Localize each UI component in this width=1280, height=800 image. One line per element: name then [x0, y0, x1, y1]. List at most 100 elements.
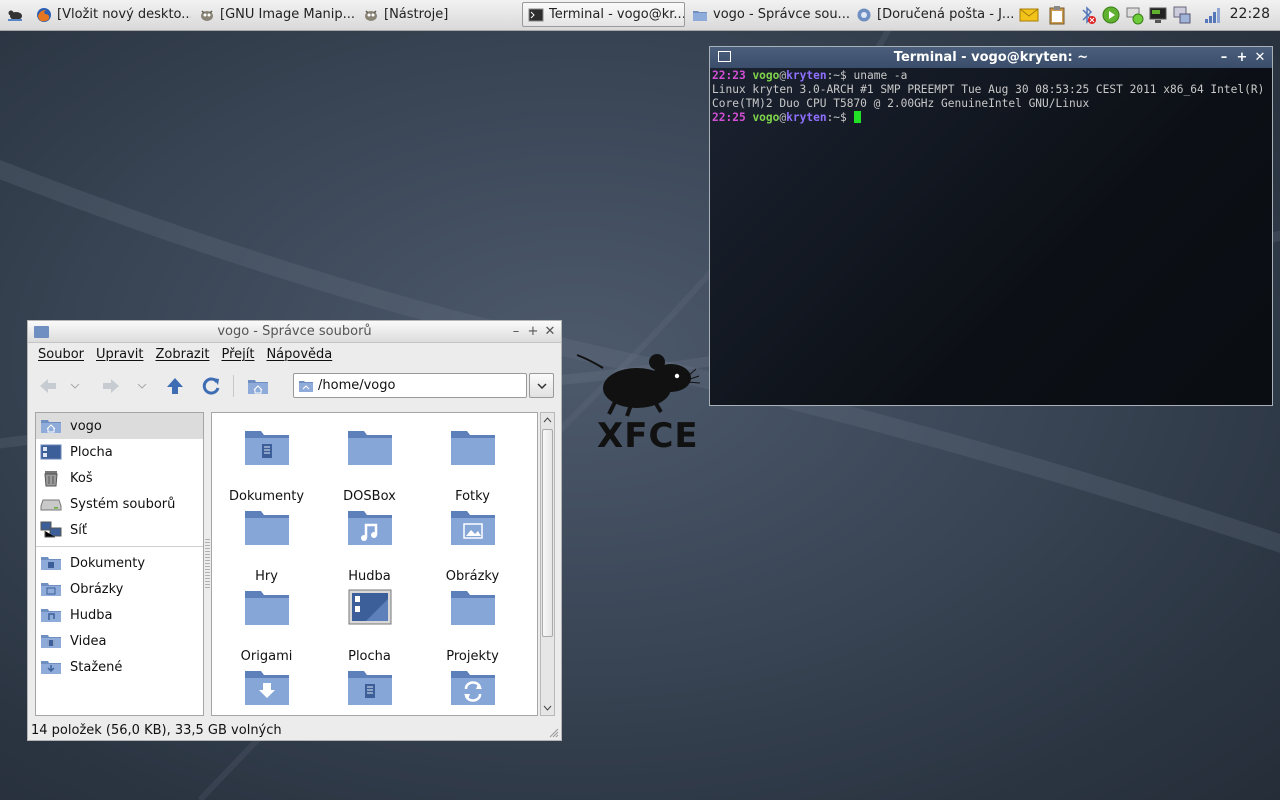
- envelope-icon[interactable]: [1019, 5, 1039, 25]
- taskbar-item-firefox[interactable]: [Vložit nový deskto...: [31, 2, 191, 27]
- taskbar-item-terminal[interactable]: Terminal - vogo@kr...: [522, 2, 685, 27]
- status-bar: 14 položek (56,0 KB), 33,5 GB volných: [31, 723, 282, 738]
- network-status-icon[interactable]: [1125, 5, 1145, 25]
- folder-icon: [347, 431, 392, 465]
- sidebar-item-hudba[interactable]: Hudba: [36, 602, 203, 628]
- file-item-label: Hudba: [348, 569, 391, 584]
- up-arrow-icon: [167, 378, 183, 394]
- back-history-button[interactable]: [68, 375, 82, 397]
- sync-folder-icon: [450, 671, 495, 705]
- file-item-dokumenty[interactable]: Dokumenty: [215, 427, 318, 504]
- location-dropdown-button[interactable]: [529, 373, 554, 398]
- taskbar-item-thunderbird[interactable]: [Doručená pošta - J...: [851, 2, 1014, 27]
- resize-grip-icon[interactable]: [549, 728, 559, 738]
- desktop-icon: [348, 589, 391, 625]
- sidebar-item-filesystem[interactable]: Systém souborů: [36, 491, 203, 517]
- scroll-down-arrow-icon[interactable]: [541, 702, 554, 714]
- xfce-mouse-icon: [8, 10, 22, 21]
- bluetooth-icon[interactable]: [1077, 5, 1097, 25]
- monitor-icon[interactable]: [1148, 5, 1168, 25]
- minimize-button[interactable]: –: [509, 321, 523, 342]
- back-button[interactable]: [37, 375, 59, 397]
- sidebar-item-label: Hudba: [70, 607, 113, 623]
- minimize-button[interactable]: –: [1216, 47, 1232, 68]
- play-icon[interactable]: [1101, 5, 1121, 25]
- menu-prejit[interactable]: Přejít: [215, 347, 260, 362]
- taskbar-item-label: [GNU Image Manip...: [220, 7, 356, 22]
- file-item-origami[interactable]: Origami: [215, 587, 318, 664]
- menu-zobrazit[interactable]: Zobrazit: [149, 347, 215, 362]
- file-icon-view[interactable]: Dokumenty DOSBox Fotky Hry Hudba Obrázky…: [211, 412, 538, 716]
- back-arrow-icon: [40, 379, 56, 393]
- wifi-signal-icon[interactable]: [1203, 5, 1223, 25]
- sidebar-item-network[interactable]: Síť: [36, 517, 203, 543]
- top-panel: [Vložit nový deskto... [GNU Image Manip.…: [0, 0, 1280, 31]
- trash-icon: [44, 471, 58, 487]
- sidebar-item-vogo[interactable]: vogo: [36, 413, 203, 439]
- sidebar-item-label: Síť: [70, 522, 87, 538]
- terminal-icon: [528, 8, 544, 21]
- clock[interactable]: 22:28: [1230, 6, 1270, 22]
- file-item-plocha[interactable]: Plocha: [318, 587, 421, 664]
- scrollbar-thumb[interactable]: [542, 429, 553, 637]
- sidebar-item-label: Videa: [70, 633, 107, 649]
- file-item-projekty[interactable]: Projekty: [421, 587, 524, 664]
- file-item-sync[interactable]: [421, 667, 524, 711]
- vertical-scrollbar[interactable]: [540, 412, 555, 716]
- download-folder-icon: [244, 671, 289, 705]
- file-item-templates[interactable]: [318, 667, 421, 711]
- xfce-logo: XFCE: [575, 350, 705, 456]
- file-item-fotky[interactable]: Fotky: [421, 427, 524, 504]
- menu-soubor[interactable]: Soubor: [32, 347, 90, 362]
- sidebar-item-kos[interactable]: Koš: [36, 465, 203, 491]
- terminal-window[interactable]: Terminal - vogo@kryten: ~ – + ✕ 22:23 vo…: [709, 46, 1273, 406]
- documents-folder-icon: [244, 431, 289, 465]
- file-manager-window[interactable]: vogo - Správce souborů – + ✕ Soubor Upra…: [27, 320, 562, 741]
- file-item-dosbox[interactable]: DOSBox: [318, 427, 421, 504]
- location-field[interactable]: /home/vogo: [293, 373, 527, 398]
- maximize-button[interactable]: +: [526, 321, 540, 342]
- sidebar-item-videa[interactable]: Videa: [36, 628, 203, 654]
- pane-resize-handle[interactable]: [205, 539, 210, 589]
- gimp-icon: [201, 9, 213, 21]
- close-button[interactable]: ✕: [1252, 47, 1268, 68]
- taskbar-item-gimp-tools[interactable]: [Nástroje]: [358, 2, 520, 27]
- file-item-hudba[interactable]: Hudba: [318, 507, 421, 584]
- maximize-button[interactable]: +: [1234, 47, 1250, 68]
- folder-icon: [450, 431, 495, 465]
- forward-history-button[interactable]: [135, 375, 149, 397]
- terminal-titlebar[interactable]: Terminal - vogo@kryten: ~ – + ✕: [710, 47, 1272, 68]
- xfce-menu-button[interactable]: [2, 2, 29, 27]
- file-item-label: Obrázky: [445, 569, 500, 584]
- taskbar-item-file-manager[interactable]: vogo - Správce sou...: [687, 2, 849, 27]
- up-button[interactable]: [164, 375, 186, 397]
- desktop-icon: [40, 444, 62, 460]
- folder-icon[interactable]: [34, 326, 49, 338]
- home-button[interactable]: [247, 375, 269, 397]
- file-item-hry[interactable]: Hry: [215, 507, 318, 584]
- sidebar-item-obrazky[interactable]: Obrázky: [36, 576, 203, 602]
- firefox-icon: [37, 7, 51, 22]
- file-manager-titlebar[interactable]: vogo - Správce souborů – + ✕: [28, 321, 561, 343]
- pictures-folder-icon: [450, 511, 495, 545]
- close-button[interactable]: ✕: [543, 321, 557, 342]
- taskbar-item-gimp[interactable]: [GNU Image Manip...: [194, 2, 356, 27]
- sidebar-item-plocha[interactable]: Plocha: [36, 439, 203, 465]
- reload-icon: [202, 377, 220, 395]
- sidebar-item-label: Obrázky: [70, 581, 124, 597]
- file-item-download[interactable]: [215, 667, 318, 711]
- battery-icon[interactable]: [1172, 5, 1192, 25]
- terminal-icon[interactable]: [718, 51, 731, 62]
- reload-button[interactable]: [200, 375, 222, 397]
- forward-button[interactable]: [100, 375, 122, 397]
- sidebar-separator: [36, 546, 203, 547]
- terminal-output[interactable]: 22:23 vogo@kryten:~$ uname -a Linux kryt…: [710, 68, 1272, 405]
- sidebar-item-stazene[interactable]: Stažené: [36, 654, 203, 680]
- clipboard-icon[interactable]: [1047, 5, 1067, 25]
- file-item-obrazky[interactable]: Obrázky: [421, 507, 524, 584]
- sidebar-item-dokumenty[interactable]: Dokumenty: [36, 550, 203, 576]
- menu-upravit[interactable]: Upravit: [90, 347, 149, 362]
- menu-napoveda[interactable]: Nápověda: [260, 347, 338, 362]
- scroll-up-arrow-icon[interactable]: [541, 414, 554, 426]
- prompt-host: kryten: [786, 69, 827, 82]
